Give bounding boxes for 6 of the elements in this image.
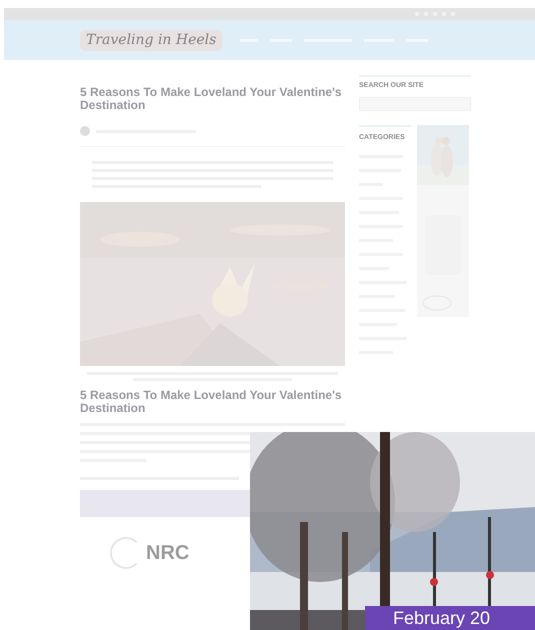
- article-title: 5 Reasons To Make Loveland Your Valentine's Destination: [80, 86, 343, 112]
- sponsor-logo: NRC: [146, 541, 190, 566]
- section-heading: 5 Reasons To Make Loveland Your Valentine's Destination: [80, 389, 343, 415]
- video-caption: February 20: [393, 608, 490, 628]
- author-avatar: [80, 126, 90, 136]
- video-popup[interactable]: February 20: [250, 432, 535, 630]
